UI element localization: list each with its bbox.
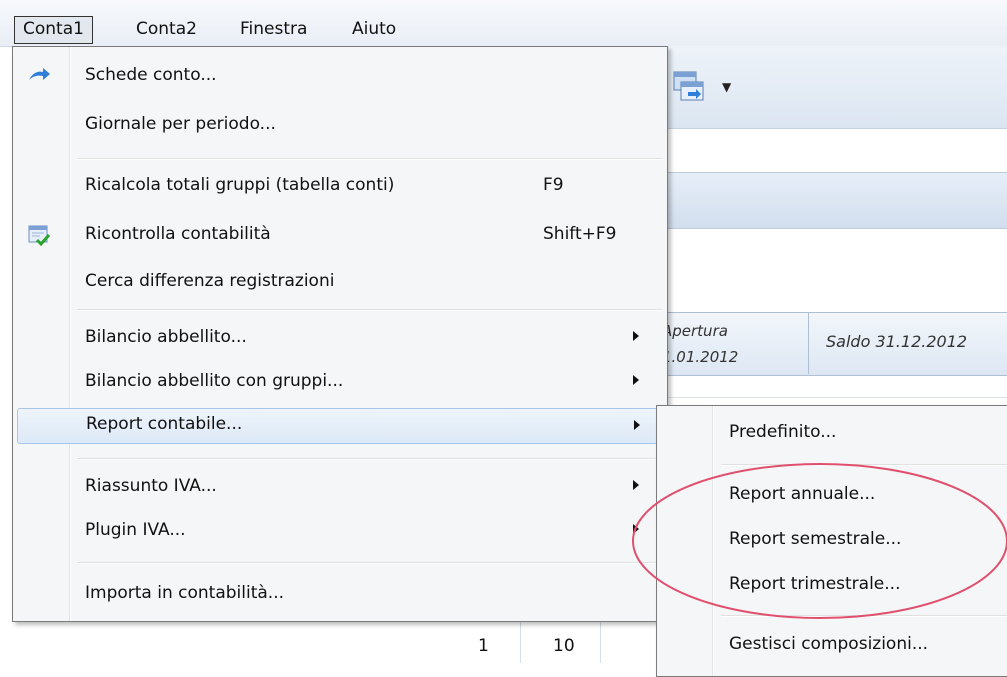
menu-item-label: Riassunto IVA... <box>85 476 217 496</box>
menu-item-label: Ricontrolla contabilità <box>85 224 271 244</box>
menu-item-schede-conto[interactable]: Schede conto... <box>17 59 663 95</box>
menubar: Conta1 Conta2 Finestra Aiuto <box>0 0 1007 47</box>
menu-aiuto[interactable]: Aiuto <box>344 16 404 42</box>
menu-item-bilancio-gruppi[interactable]: Bilancio abbellito con gruppi... <box>17 365 663 401</box>
menu-item-giornale[interactable]: Giornale per periodo... <box>17 108 663 144</box>
shortcut-label: Shift+F9 <box>543 224 617 244</box>
menu-item-label: Gestisci composizioni... <box>729 634 929 654</box>
annotation-ellipse <box>632 463 1007 619</box>
header-saldo: Saldo 31.12.2012 <box>826 332 968 351</box>
menu-finestra[interactable]: Finestra <box>232 16 315 42</box>
menu-separator <box>77 309 663 311</box>
header-divider <box>808 312 809 374</box>
menu-item-label: Importa in contabilità... <box>85 583 285 603</box>
check-icon <box>27 223 51 247</box>
menu-item-riassunto-iva[interactable]: Riassunto IVA... <box>17 470 663 506</box>
menu-item-label: Plugin IVA... <box>85 520 186 540</box>
menu-item-ricalcola[interactable]: Ricalcola totali gruppi (tabella conti) … <box>17 169 663 205</box>
menu-item-label: Ricalcola totali gruppi (tabella conti) <box>85 175 395 195</box>
grid-divider <box>600 620 601 663</box>
menu-separator <box>77 458 663 460</box>
toolbar <box>660 46 1007 129</box>
window-arrange-icon[interactable] <box>672 70 706 104</box>
menu-separator <box>77 158 663 160</box>
menu-item-importa[interactable]: Importa in contabilità... <box>17 577 663 613</box>
conta1-dropdown-menu: Schede conto... Giornale per periodo... … <box>12 46 668 622</box>
menu-item-cerca-differenza[interactable]: Cerca differenza registrazioni <box>17 265 663 301</box>
menu-item-label: Predefinito... <box>729 422 837 442</box>
submenu-arrow-icon <box>634 420 640 430</box>
submenu-item-predefinito[interactable]: Predefinito... <box>661 416 1007 452</box>
menu-item-label: Bilancio abbellito con gruppi... <box>85 371 344 391</box>
menu-item-label: Giornale per periodo... <box>85 114 276 134</box>
menu-item-plugin-iva[interactable]: Plugin IVA... <box>17 514 663 550</box>
arrow-icon <box>27 64 51 88</box>
menu-item-ricontrolla[interactable]: Ricontrolla contabilità Shift+F9 <box>17 218 663 254</box>
menu-item-bilancio-abbellito[interactable]: Bilancio abbellito... <box>17 321 663 357</box>
menu-separator <box>77 562 663 564</box>
menu-item-label: Bilancio abbellito... <box>85 327 247 347</box>
shortcut-label: F9 <box>543 175 564 195</box>
table-row-line <box>660 397 1007 398</box>
menu-conta1[interactable]: Conta1 <box>14 16 93 44</box>
menu-conta2[interactable]: Conta2 <box>128 16 205 42</box>
table-cell: 1 <box>478 636 489 656</box>
menu-item-report-contabile[interactable]: Report contabile... <box>17 408 665 444</box>
submenu-arrow-icon <box>633 375 639 385</box>
submenu-arrow-icon <box>633 331 639 341</box>
menu-item-label: Schede conto... <box>85 65 217 85</box>
menu-item-label: Report contabile... <box>86 414 243 434</box>
submenu-item-gestisci[interactable]: Gestisci composizioni... <box>661 628 1007 664</box>
grid-divider <box>520 620 521 663</box>
header-apertura: Apertura 1.01.2012 <box>662 322 739 366</box>
table-cell: 10 <box>553 636 575 656</box>
dropdown-arrow-icon[interactable]: ▼ <box>722 80 731 94</box>
info-band <box>660 172 1007 229</box>
menu-item-label: Cerca differenza registrazioni <box>85 271 335 291</box>
